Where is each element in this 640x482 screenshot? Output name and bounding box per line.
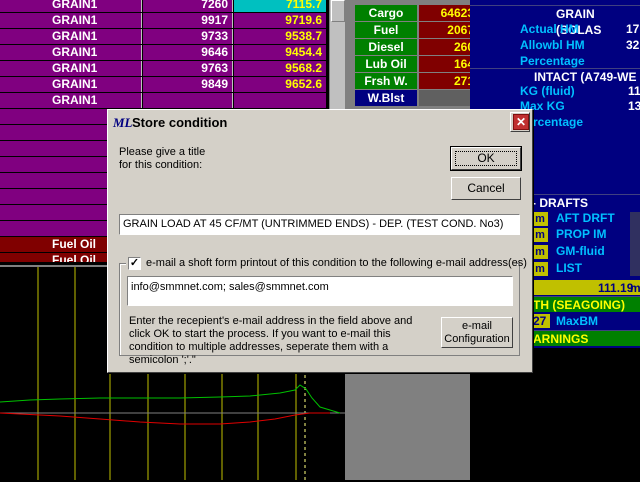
- summary-label: Lub Oil: [355, 56, 417, 72]
- cell-volume[interactable]: 9733: [143, 29, 233, 44]
- email-checkbox[interactable]: ✓: [128, 257, 141, 270]
- cell-cargo-name[interactable]: GRAIN1: [0, 29, 142, 44]
- summary-row[interactable]: Lub Oil 164: [355, 56, 485, 72]
- checkmark-icon: ✓: [129, 257, 140, 269]
- maxbm-label: MaxBM: [556, 314, 599, 328]
- allowbl-hm-value: 32: [626, 38, 640, 52]
- cell-cargo-name[interactable]: GRAIN1: [0, 0, 142, 12]
- summary-label: Fuel: [355, 22, 417, 38]
- cell-volume[interactable]: 9763: [143, 61, 233, 76]
- actual-hm-label: Actual HM: [520, 22, 579, 36]
- cell-weight[interactable]: 7115.7: [234, 0, 326, 12]
- length-value: 111.19: [598, 281, 634, 295]
- cell-volume[interactable]: 9849: [143, 77, 233, 92]
- prop-im-label[interactable]: PROP IM: [556, 227, 606, 241]
- dialog-titlebar[interactable]: ML Store condition ✕: [110, 112, 530, 134]
- summary-label: Cargo: [355, 5, 417, 21]
- summary-value: 271: [419, 73, 477, 89]
- percentage-label: Percentage: [520, 54, 585, 68]
- bending-moment-curve: [0, 412, 330, 425]
- prop-im-unit: m: [532, 228, 548, 242]
- app-logo-icon: ML: [113, 115, 133, 130]
- summary-value: [419, 90, 477, 106]
- close-icon: ✕: [513, 114, 529, 130]
- summary-label: Diesel: [355, 39, 417, 55]
- length-unit: m: [630, 281, 640, 295]
- aft-draft-unit: m: [532, 212, 548, 226]
- percentage2-label: rcentage: [533, 115, 584, 129]
- summary-value: 2067: [419, 22, 477, 38]
- cell-weight[interactable]: 9568.2: [234, 61, 326, 76]
- kg-fluid-label: KG (fluid): [520, 84, 575, 98]
- grain-header: GRAIN (SOLAS: [470, 5, 640, 37]
- intact-header: INTACT (A749-WE: [470, 68, 640, 84]
- cell-cargo-name[interactable]: GRAIN1: [0, 61, 142, 76]
- condition-title-input[interactable]: GRAIN LOAD AT 45 CF/MT (UNTRIMMED ENDS) …: [119, 214, 520, 235]
- drafts-value-column: [630, 212, 640, 276]
- cell-weight[interactable]: 9454.4: [234, 45, 326, 60]
- table-row[interactable]: GRAIN1 9646 9454.4: [0, 45, 345, 60]
- list-unit: m: [532, 262, 548, 276]
- cell-volume[interactable]: 7260: [143, 0, 233, 12]
- cell-weight[interactable]: [234, 93, 326, 108]
- ok-focus-ring: [455, 151, 517, 166]
- summary-row[interactable]: Cargo 64623: [355, 5, 485, 21]
- cell-volume[interactable]: 9917: [143, 13, 233, 28]
- table-row[interactable]: GRAIN1 9917 9719.6: [0, 13, 345, 28]
- summary-row[interactable]: W.Blst: [355, 90, 485, 106]
- allowbl-hm-label: Allowbl HM: [520, 38, 585, 52]
- summary-row[interactable]: Fuel 2067: [355, 22, 485, 38]
- summary-label: Frsh W.: [355, 73, 417, 89]
- maxbm-value: 27: [533, 314, 547, 328]
- table-row[interactable]: GRAIN1 9849 9652.6: [0, 77, 345, 92]
- title-prompt: Please give a title for this condition:: [119, 146, 206, 171]
- email-checkbox-label: e-mail a shoft form printout of this con…: [146, 257, 527, 269]
- cell-cargo-name[interactable]: GRAIN1: [0, 45, 142, 60]
- max-kg-value: 13: [628, 99, 640, 113]
- dialog-title: Store condition: [132, 115, 228, 130]
- list-label[interactable]: LIST: [556, 261, 582, 275]
- table-row[interactable]: GRAIN1 9763 9568.2: [0, 61, 345, 76]
- summary-value: 64623: [419, 5, 477, 21]
- kg-fluid-value: 11: [628, 84, 640, 98]
- summary-row[interactable]: Frsh W. 271: [355, 73, 485, 89]
- cell-volume[interactable]: 9646: [143, 45, 233, 60]
- cell-weight[interactable]: 9538.7: [234, 29, 326, 44]
- email-checkbox-row[interactable]: ✓ e-mail a shoft form printout of this c…: [126, 256, 527, 271]
- scrollbar-thumb[interactable]: [331, 0, 345, 22]
- actual-hm-value: 17: [626, 22, 640, 36]
- email-help-text: Enter the recepient's e-mail address in …: [129, 315, 413, 366]
- cell-cargo-name[interactable]: GRAIN1: [0, 77, 142, 92]
- aft-draft-label[interactable]: AFT DRFT: [556, 211, 615, 225]
- gm-fluid-unit: m: [532, 245, 548, 259]
- cancel-button[interactable]: Cancel: [451, 177, 521, 200]
- summary-value: 260: [419, 39, 477, 55]
- summary-label: W.Blst: [355, 90, 417, 106]
- email-configuration-button[interactable]: e-mail Configuration: [441, 317, 513, 348]
- ok-button[interactable]: OK: [450, 146, 522, 171]
- store-condition-dialog: ML Store condition ✕ Please give a title…: [107, 109, 533, 373]
- shear-force-curve: [0, 384, 341, 414]
- email-address-input[interactable]: info@smmnet.com; sales@smmnet.com: [127, 276, 513, 306]
- cell-weight[interactable]: 9719.6: [234, 13, 326, 28]
- gm-fluid-label[interactable]: GM-fluid: [556, 244, 605, 258]
- cell-cargo-name[interactable]: GRAIN1: [0, 93, 142, 108]
- table-row[interactable]: GRAIN1 9733 9538.7: [0, 29, 345, 44]
- table-row[interactable]: GRAIN1 7260 7115.7: [0, 0, 345, 12]
- table-row[interactable]: GRAIN1: [0, 93, 345, 108]
- cell-cargo-name[interactable]: GRAIN1: [0, 13, 142, 28]
- summary-row[interactable]: Diesel 260: [355, 39, 485, 55]
- close-button[interactable]: ✕: [510, 112, 530, 132]
- cancel-button-label: Cancel: [467, 181, 505, 195]
- summary-value: 164: [419, 56, 477, 72]
- cell-weight[interactable]: 9652.6: [234, 77, 326, 92]
- cell-volume[interactable]: [143, 93, 233, 108]
